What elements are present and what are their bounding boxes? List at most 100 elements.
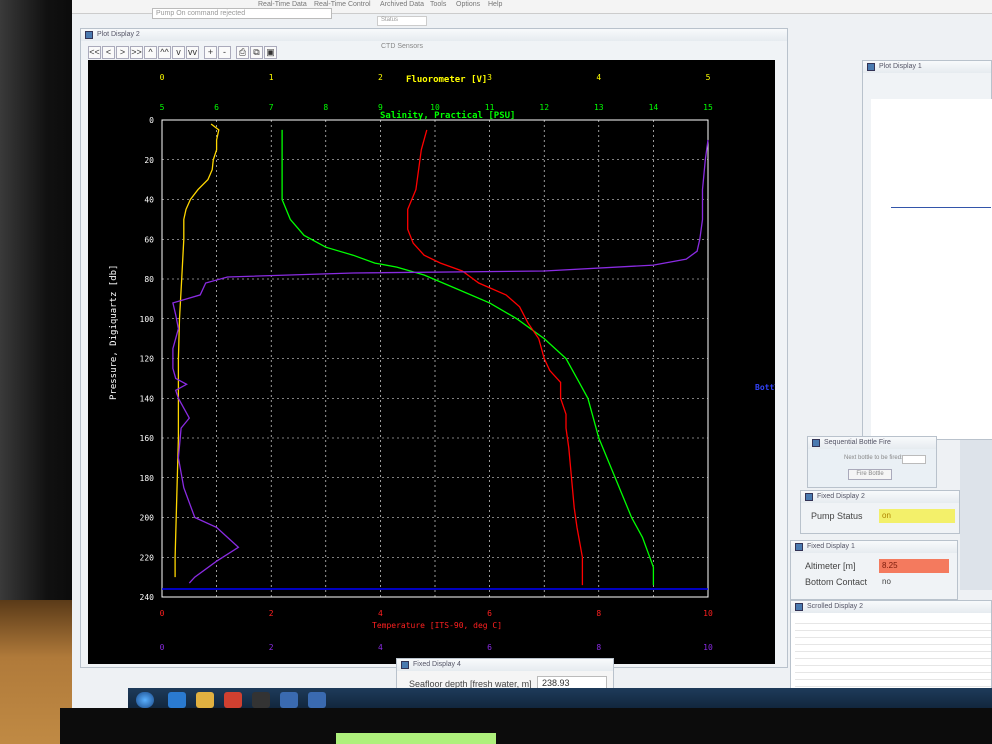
ctd-chart-svg: 0204060801001201401601802002202400 1 2 3 4 55…: [109, 73, 775, 652]
fixed-display-2-titlebar[interactable]: Fixed Display 2: [801, 491, 959, 503]
browser-icon[interactable]: [168, 692, 186, 708]
axis-1-tick-label: 6: [214, 103, 219, 112]
next-bottle-field[interactable]: [902, 455, 926, 464]
pump-status-value: on: [879, 509, 955, 523]
bottom-contact-value: no: [882, 577, 891, 586]
scroll-up-button[interactable]: ^: [144, 46, 157, 59]
menu-help[interactable]: Help: [488, 1, 502, 8]
fixed-display-2-window: Fixed Display 2 Pump Status on: [800, 490, 960, 534]
axis-3-tick-label: 10: [703, 643, 713, 652]
fluorometer-axis-label: Fluorometer [V]: [406, 75, 487, 85]
folder-icon[interactable]: [196, 692, 214, 708]
axis-1-tick-label: 12: [539, 103, 549, 112]
bottle-annotation: Bottle Firing Sequence 1: [755, 382, 775, 392]
axis-1-tick-label: 13: [594, 103, 604, 112]
first-page-button[interactable]: <<: [88, 46, 101, 59]
media-icon[interactable]: [224, 692, 242, 708]
axis-3-tick-label: 8: [596, 643, 601, 652]
window-icon: [795, 543, 803, 551]
menu-realtime-control[interactable]: Real-Time Control: [314, 1, 371, 8]
app-icon-window-1[interactable]: [280, 692, 298, 708]
depth-marker-line: [891, 207, 991, 208]
axis-0-tick-label: 0: [160, 73, 165, 82]
fire-bottle-button[interactable]: Fire Bottle: [848, 469, 892, 480]
axis-2-tick-label: 8: [596, 609, 601, 618]
scroll-top-button[interactable]: ^^: [158, 46, 171, 59]
app-icon-seasave[interactable]: [252, 692, 270, 708]
plot-display-2-titlebar[interactable]: Plot Display 2: [81, 29, 787, 41]
scrolled-display-side: [960, 440, 992, 590]
plot-display-1-canvas: [871, 99, 992, 439]
series-line-3: [172, 139, 709, 584]
menu-realtime-data[interactable]: Real-Time Data: [258, 1, 307, 8]
window-icon: [812, 439, 820, 447]
zoom-in-button[interactable]: +: [204, 46, 217, 59]
prev-page-button[interactable]: <: [102, 46, 115, 59]
axis-0-tick-label: 4: [596, 73, 601, 82]
monitor-screen: Real-Time Data Real-Time Control Archive…: [72, 0, 992, 712]
y-tick-label: 100: [140, 315, 155, 324]
window-title: Fixed Display 1: [807, 543, 855, 550]
zoom-out-button[interactable]: -: [218, 46, 231, 59]
y-tick-label: 80: [144, 275, 154, 284]
axis-2-tick-label: 10: [703, 609, 713, 618]
axis-3-tick-label: 6: [487, 643, 492, 652]
menu-tools[interactable]: Tools: [430, 1, 446, 8]
window-icon: [401, 661, 409, 669]
status-field: Status: [377, 16, 427, 26]
window-title: Plot Display 1: [879, 63, 922, 70]
next-page-button[interactable]: >: [116, 46, 129, 59]
fixed-display-4-titlebar[interactable]: Fixed Display 4: [397, 659, 613, 671]
y-tick-label: 120: [140, 355, 155, 364]
series-line-2: [407, 129, 584, 586]
plot-toolbar: << < > >> ^ ^^ v vv + - ⎙ ⧉ ▣: [88, 46, 277, 60]
axis-2-tick-label: 2: [269, 609, 274, 618]
window-title: Plot Display 2: [97, 31, 140, 38]
plot-display-1-titlebar[interactable]: Plot Display 1: [863, 61, 991, 73]
y-tick-label: 160: [140, 434, 155, 443]
pump-status-label: Pump Status: [811, 511, 863, 521]
app-icon-window-2[interactable]: [308, 692, 326, 708]
monitor-bezel-bottom: [60, 708, 992, 744]
scroll-down-button[interactable]: v: [172, 46, 185, 59]
sticky-note: [336, 733, 496, 744]
bottle-fire-titlebar[interactable]: Sequential Bottle Fire: [808, 437, 936, 449]
window-icon: [795, 603, 803, 611]
photo-stage: Real-Time Data Real-Time Control Archive…: [0, 0, 992, 744]
scroll-bottom-button[interactable]: vv: [186, 46, 199, 59]
axis-0-tick-label: 3: [487, 73, 492, 82]
window-title: Fixed Display 4: [413, 661, 461, 668]
axis-1-tick-label: 7: [269, 103, 274, 112]
y-tick-label: 180: [140, 474, 155, 483]
last-page-button[interactable]: >>: [130, 46, 143, 59]
menu-options[interactable]: Options: [456, 1, 480, 8]
axis-2-tick-label: 6: [487, 609, 492, 618]
window-title: Fixed Display 2: [817, 493, 865, 500]
axis-1-tick-label: 8: [323, 103, 328, 112]
y-tick-label: 0: [149, 116, 154, 125]
salinity-axis-label: Salinity, Practical [PSU]: [380, 110, 515, 121]
fixed-display-1-titlebar[interactable]: Fixed Display 1: [791, 541, 957, 553]
axis-3-tick-label: 2: [269, 643, 274, 652]
y-axis-label: Pressure, Digiquartz [db]: [109, 265, 119, 400]
axis-0-tick-label: 1: [269, 73, 274, 82]
y-tick-label: 200: [140, 514, 155, 523]
temperature-axis-label: Temperature [ITS-90, deg C]: [372, 621, 502, 630]
scrolled-display-2-titlebar[interactable]: Scrolled Display 2: [791, 601, 991, 613]
axis-2-tick-label: 4: [378, 609, 383, 618]
axis-0-tick-label: 5: [706, 73, 711, 82]
plot-display-1-window: Plot Display 1: [862, 60, 992, 440]
axis-3-tick-label: 0: [160, 643, 165, 652]
axis-1-tick-label: 15: [703, 103, 713, 112]
save-icon[interactable]: ▣: [264, 46, 277, 59]
start-button-icon[interactable]: [136, 692, 154, 708]
window-icon: [805, 493, 813, 501]
menu-archived-data[interactable]: Archived Data: [380, 1, 424, 8]
fixed-display-1-window: Fixed Display 1 Altimeter [m] 8.25 Botto…: [790, 540, 958, 600]
y-tick-label: 140: [140, 394, 155, 403]
copy-icon[interactable]: ⧉: [250, 46, 263, 59]
y-tick-label: 60: [144, 235, 154, 244]
print-icon[interactable]: ⎙: [236, 46, 249, 59]
plot-header-label: CTD Sensors: [381, 43, 424, 50]
command-status-field: Pump On command rejected: [152, 8, 332, 19]
